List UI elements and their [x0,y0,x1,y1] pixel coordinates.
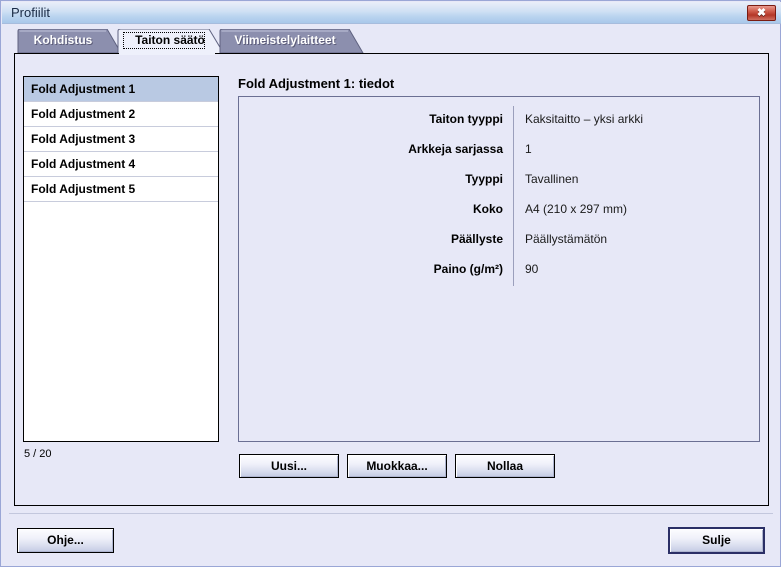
details-field-row: Päällyste Päällystämätön [239,226,759,256]
tab-shape-icon [219,29,364,54]
close-dialog-button[interactable]: Sulje [668,527,765,554]
field-divider [513,106,514,136]
details-field-row: Tyyppi Tavallinen [239,166,759,196]
field-value: Tavallinen [525,172,579,186]
close-icon: ✖ [756,7,767,19]
details-title: Fold Adjustment 1: tiedot [238,76,395,91]
reset-button[interactable]: Nollaa [455,454,555,478]
list-item-label: Fold Adjustment 5 [31,182,136,196]
tab-content-panel: Fold Adjustment 1 Fold Adjustment 2 Fold… [14,53,769,506]
profiles-dialog: Profiilit ✖ Kohdistus Taiton säätö Viime… [0,0,781,567]
tab-shape-icon [17,29,122,54]
field-label: Paino (g/m²) [433,262,503,276]
tab-focus-ring [123,32,205,49]
list-item-label: Fold Adjustment 4 [31,157,136,171]
close-button[interactable]: ✖ [747,5,776,21]
fold-adjustment-list[interactable]: Fold Adjustment 1 Fold Adjustment 2 Fold… [23,76,219,442]
field-divider [513,166,514,196]
title-bar: Profiilit ✖ [2,2,781,24]
tab-panel-notch [119,52,215,55]
details-field-row: Taiton tyyppi Kaksitaitto – yksi arkki [239,106,759,136]
field-value: Päällystämätön [525,232,608,246]
list-counter: 5 / 20 [24,448,52,460]
field-label: Päällyste [450,232,503,246]
field-label: Tyyppi [465,172,503,186]
list-item[interactable]: Fold Adjustment 1 [24,77,218,102]
details-field-list: Taiton tyyppi Kaksitaitto – yksi arkki A… [239,106,759,286]
tab-strip: Kohdistus Taiton säätö Viimeistelylaitte… [2,24,781,54]
details-field-row: Koko A4 (210 x 297 mm) [239,196,759,226]
list-item-label: Fold Adjustment 3 [31,132,136,146]
field-value: A4 (210 x 297 mm) [525,202,628,216]
tab-kohdistus[interactable]: Kohdistus [15,29,123,54]
list-item-label: Fold Adjustment 1 [31,82,136,96]
new-button[interactable]: Uusi... [239,454,339,478]
footer-separator [9,513,773,514]
field-divider [513,226,514,256]
list-item[interactable]: Fold Adjustment 2 [24,102,218,127]
details-panel: Taiton tyyppi Kaksitaitto – yksi arkki A… [238,96,760,442]
window-title: Profiilit [11,5,51,20]
list-item[interactable]: Fold Adjustment 5 [24,177,218,202]
help-button[interactable]: Ohje... [17,528,114,553]
field-value: Kaksitaitto – yksi arkki [525,112,644,126]
list-item-label: Fold Adjustment 2 [31,107,136,121]
field-divider [513,196,514,226]
field-label: Koko [473,202,503,216]
list-item[interactable]: Fold Adjustment 3 [24,127,218,152]
details-field-row: Arkkeja sarjassa 1 [239,136,759,166]
edit-button[interactable]: Muokkaa... [347,454,447,478]
field-divider [513,256,514,286]
field-value: 90 [525,262,539,276]
tab-viimeistelylaitteet[interactable]: Viimeistelylaitteet [217,29,365,54]
field-value: 1 [525,142,532,156]
field-divider [513,136,514,166]
list-item[interactable]: Fold Adjustment 4 [24,152,218,177]
field-label: Taiton tyyppi [429,112,503,126]
field-label: Arkkeja sarjassa [408,142,503,156]
details-field-row: Paino (g/m²) 90 [239,256,759,286]
tab-taiton-saato[interactable]: Taiton säätö [115,29,225,54]
